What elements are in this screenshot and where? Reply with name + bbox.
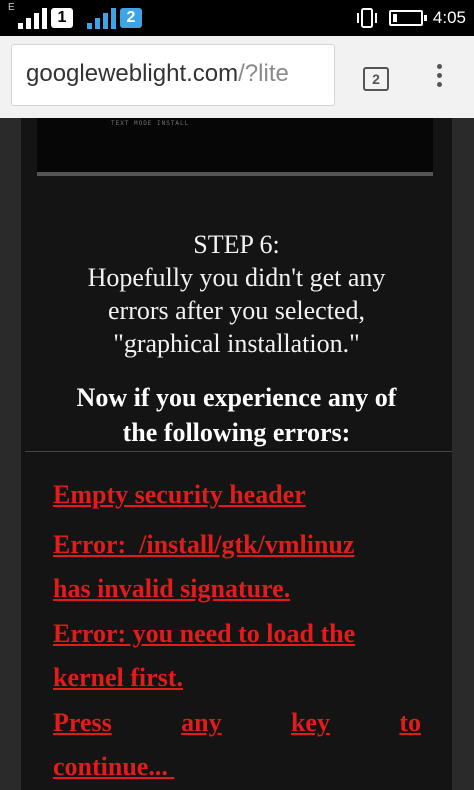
sim1-badge: 1 [51,8,73,28]
article-content: TEXT MODE INSTALL STEP 6: Hopefully you … [21,118,452,790]
error-load-kernel[interactable]: Error: you need to load the kernel first… [53,612,423,700]
video-caption: TEXT MODE INSTALL [111,120,190,127]
error-empty-security-header[interactable]: Empty security header [53,473,423,517]
word: key [290,708,330,737]
word: Press [53,708,112,737]
url-bar[interactable]: googleweblight.com/?lite [11,44,335,106]
sim2-signal-icon [87,7,116,29]
browser-toolbar: googleweblight.com/?lite 2 [0,36,474,118]
tab-switcher-button[interactable]: 2 [363,67,389,91]
overflow-menu-icon[interactable] [434,64,444,94]
error-line: has invalid signature. [53,574,291,603]
url-host: googleweblight.com [26,60,239,87]
warning-line: the following errors: [122,418,351,447]
vibrate-icon [356,8,377,28]
web-page: TEXT MODE INSTALL STEP 6: Hopefully you … [0,118,474,790]
sim1-signal-icon [18,7,47,29]
step-text: STEP 6: Hopefully you didn't get any err… [21,228,452,360]
error-line: Error: you need to load the [53,619,356,648]
warning-heading: Now if you experience any of the followi… [21,380,452,450]
warning-line: Now if you experience any of [76,383,397,412]
clock: 4:05 [432,8,466,27]
error-line: Error: /install/gtk/vmlinuz [53,530,355,559]
video-screenshot: TEXT MODE INSTALL [37,118,433,176]
step-title: STEP 6: [193,230,280,259]
step-line: errors after you selected, [108,296,365,325]
battery-icon [388,10,427,26]
step-line: Hopefully you didn't get any [87,263,386,292]
sim2-badge: 2 [120,8,142,28]
error-line: continue... [53,752,175,781]
divider [25,451,452,452]
error-line: kernel first. [53,663,183,692]
error-line: Press any key to [53,701,421,745]
error-invalid-signature[interactable]: Error: /install/gtk/vmlinuz has invalid … [53,523,423,611]
status-bar: E 1 2 4:05 [0,0,474,36]
error-press-any-key[interactable]: Press any key to continue... [53,701,423,789]
word: any [181,708,222,737]
step-line: "graphical installation." [113,329,360,358]
url-path: /?lite [238,60,289,87]
word: to [399,708,421,737]
